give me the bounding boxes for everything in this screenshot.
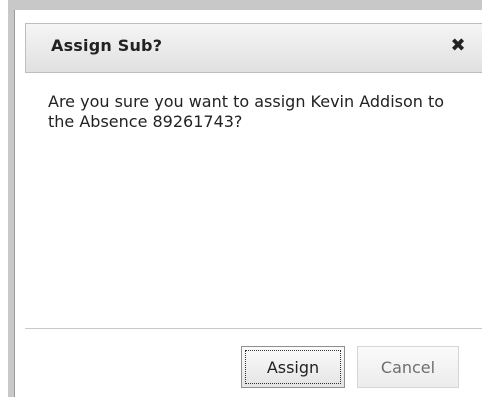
close-icon[interactable]: ✖ [447, 34, 469, 56]
screen: Assign Sub? ✖ Are you sure you want to a… [0, 0, 482, 397]
dialog-titlebar[interactable]: Assign Sub? ✖ [25, 23, 482, 73]
cancel-button-label: Cancel [380, 357, 436, 377]
footer-divider [25, 328, 482, 329]
assign-button-label: Assign [266, 357, 320, 377]
assign-button[interactable]: Assign [241, 346, 345, 388]
dialog-message: Are you sure you want to assign Kevin Ad… [48, 92, 445, 131]
window-frame-top [8, 0, 482, 10]
assign-sub-dialog: Assign Sub? ✖ Are you sure you want to a… [14, 10, 482, 397]
cancel-button[interactable]: Cancel [357, 346, 459, 388]
dialog-title: Assign Sub? [51, 36, 163, 55]
